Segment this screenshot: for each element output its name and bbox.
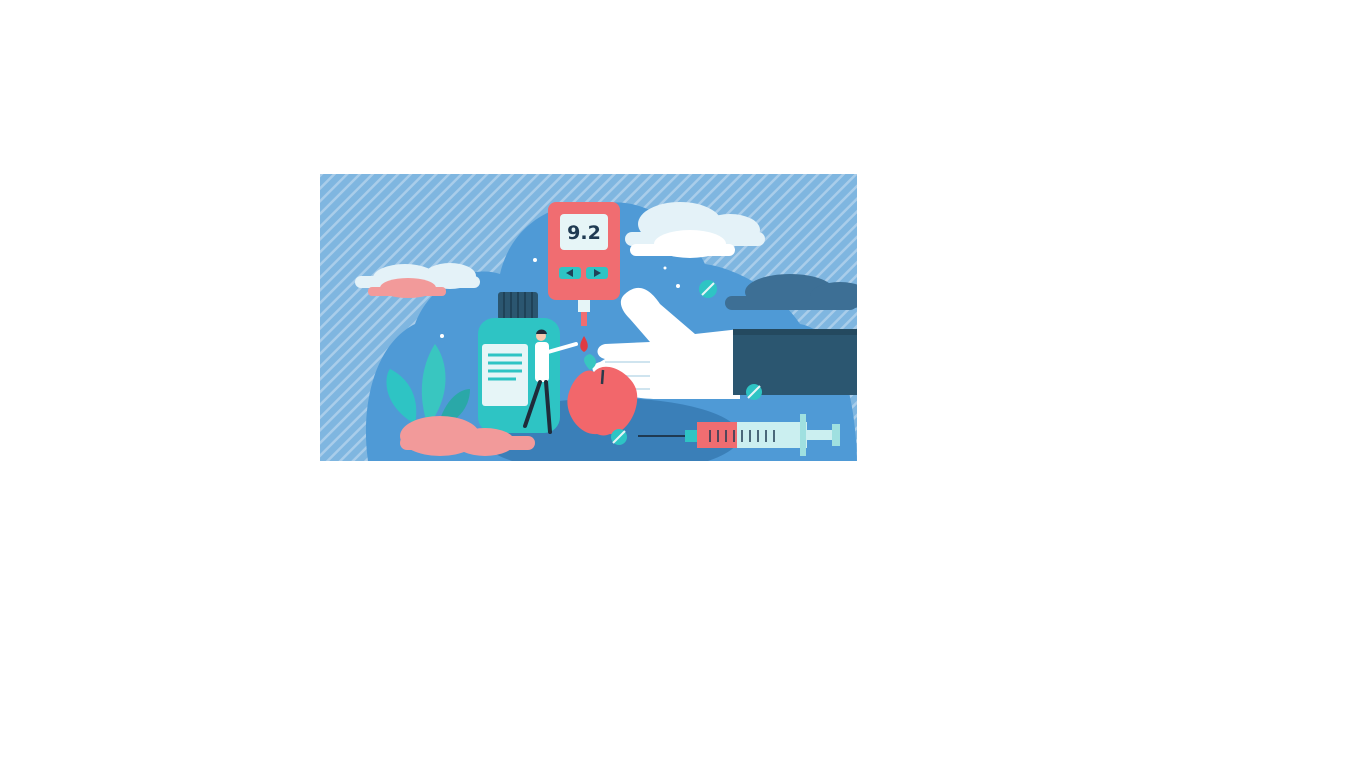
meter-reading: 9.2 bbox=[567, 222, 601, 244]
illustration-svg: 9.2 bbox=[320, 174, 857, 461]
diabetes-illustration: 9.2 bbox=[320, 174, 857, 461]
